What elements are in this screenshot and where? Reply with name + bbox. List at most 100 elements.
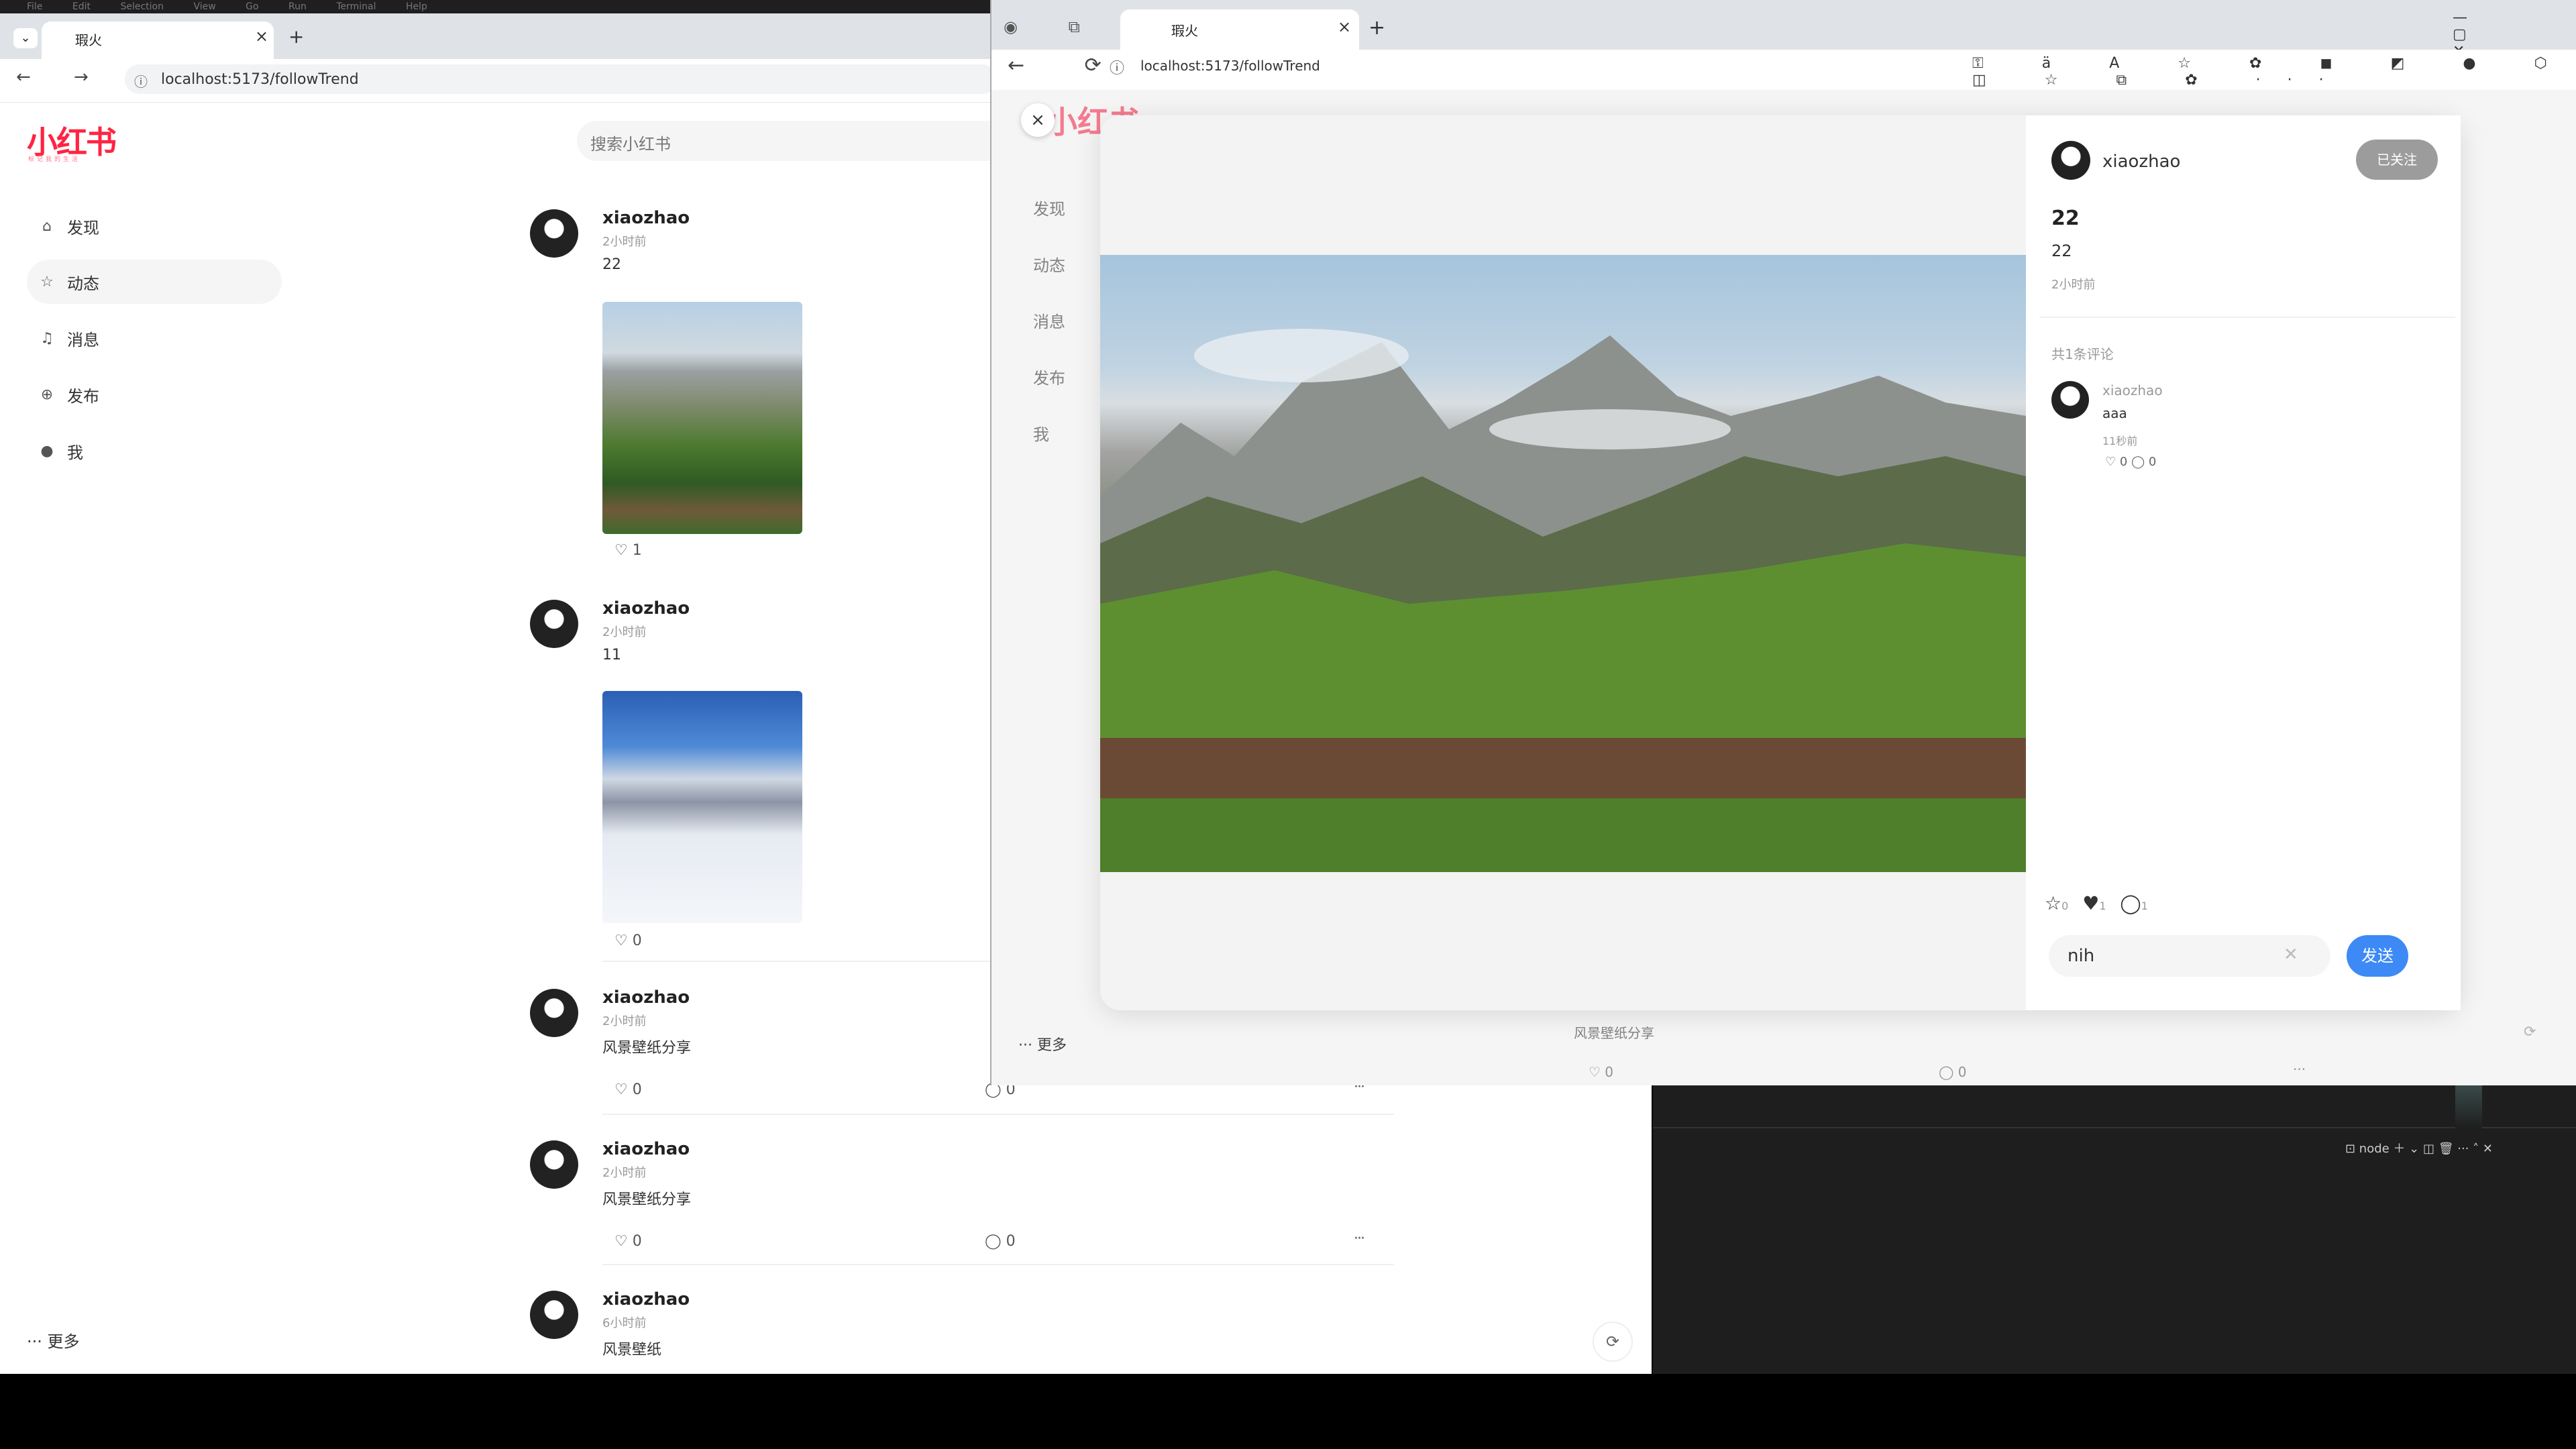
left-tab-title[interactable]: 瑕火: [75, 30, 102, 49]
feed-post: xiaozhao 6小时前 风景壁纸: [529, 1289, 1394, 1370]
panel-divider: [2039, 317, 2455, 318]
terminal-panel: [1653, 1085, 2576, 1374]
post-time: 6小时前: [602, 1316, 647, 1330]
clear-input-icon[interactable]: ✕: [2284, 945, 2298, 965]
refresh-icon[interactable]: ⟳: [1593, 1322, 1633, 1362]
collect-icon[interactable]: ☆: [2045, 892, 2061, 914]
like-button[interactable]: ♡ 1: [614, 542, 642, 559]
heart-icon[interactable]: ♥: [2082, 892, 2099, 914]
mountain-landscape-image: [1100, 329, 2026, 872]
right-url-text[interactable]: localhost:5173/followTrend: [1140, 58, 1320, 74]
bell-icon: ♫: [40, 329, 54, 347]
post-engagement-bar: ☆0 ♥1 ◯1: [2045, 892, 2156, 914]
avatar[interactable]: [530, 600, 578, 648]
sidebar-item-label: 发现: [67, 218, 99, 237]
left-new-tab-button[interactable]: +: [288, 25, 304, 48]
comment-author[interactable]: xiaozhao: [2102, 382, 2163, 398]
post-detail-image[interactable]: [1100, 255, 2026, 872]
right-browser-tab[interactable]: [1120, 9, 1359, 50]
send-button[interactable]: 发送: [2347, 935, 2408, 977]
right-new-tab-button[interactable]: +: [1368, 16, 1385, 40]
right-tab-close-icon[interactable]: ×: [1338, 17, 1351, 36]
site-info-icon[interactable]: ⓘ: [134, 71, 148, 91]
commenter-avatar[interactable]: [2051, 381, 2089, 419]
author-avatar[interactable]: [2051, 141, 2090, 180]
like-button[interactable]: ♡ 0: [614, 1233, 642, 1250]
menu-go[interactable]: Go: [246, 0, 258, 13]
plus-circle-icon: ⊕: [40, 386, 54, 403]
comment-actions[interactable]: ♡ 0 ◯ 0: [2105, 455, 2156, 469]
terminal-toolbar[interactable]: ⊡ node ＋ ⌄ ◫ 🗑 ··· ˄ ✕: [2345, 1139, 2493, 1157]
comment-input-value[interactable]: nih: [2068, 946, 2094, 966]
post-author[interactable]: xiaozhao: [602, 1289, 690, 1309]
post-author[interactable]: xiaozhao: [602, 987, 690, 1008]
post-time: 2小时前: [602, 235, 647, 249]
post-detail-panel: [2026, 115, 2461, 1010]
modal-close-icon[interactable]: ×: [1021, 103, 1055, 137]
post-time: 2小时前: [602, 625, 647, 639]
post-time: 2小时前: [602, 1014, 647, 1028]
search-input[interactable]: 搜索小红书: [590, 131, 671, 154]
post-image-snow[interactable]: [602, 691, 802, 923]
sidebar-item-messages[interactable]: ♫ 消息: [27, 316, 282, 360]
sidebar-item-publish[interactable]: ⊕ 发布: [27, 372, 282, 417]
feed-post: xiaozhao 2小时前 风景壁纸分享 ♡ 0 ◯ 0 ···: [529, 1139, 1394, 1267]
post-time: 2小时前: [602, 1166, 647, 1180]
comment-count: 1: [2141, 900, 2148, 912]
avatar[interactable]: [530, 989, 578, 1037]
site-info-icon[interactable]: ⓘ: [1110, 56, 1124, 78]
post-title: 22: [2051, 207, 2080, 230]
post-more-button[interactable]: ···: [1354, 1230, 1365, 1247]
like-button[interactable]: ♡ 0: [614, 1081, 642, 1098]
post-divider: [602, 1264, 1394, 1265]
comment-time: 11秒前: [2102, 435, 2138, 447]
collect-count: 0: [2061, 900, 2069, 912]
star-icon: ☆: [40, 273, 54, 290]
terminal-thumbnail: [2455, 1085, 2482, 1128]
comment-button[interactable]: ◯ 0: [985, 1233, 1016, 1250]
comment-icon[interactable]: ◯: [2120, 892, 2141, 914]
menu-terminal[interactable]: Terminal: [336, 0, 376, 13]
menu-help[interactable]: Help: [406, 0, 427, 13]
avatar[interactable]: [530, 1291, 578, 1339]
like-button[interactable]: ♡ 0: [614, 932, 642, 949]
sidebar-item-discover[interactable]: ⌂ 发现: [27, 204, 282, 248]
post-text: 22: [602, 256, 621, 273]
home-icon: ⌂: [42, 217, 52, 235]
post-text: 风景壁纸: [602, 1342, 662, 1358]
sidebar-item-trends[interactable]: ☆ 动态: [27, 260, 282, 304]
browser-toolbar-icons[interactable]: ⚿ ä A ☆ ✿ ◼ ◩ ● ⬡ ◫ ☆ ⧉ ✿ ···: [1972, 55, 2576, 89]
menu-edit[interactable]: Edit: [72, 0, 91, 13]
post-text: 风景壁纸分享: [602, 1191, 692, 1208]
menu-run[interactable]: Run: [288, 0, 307, 13]
terminal-divider: [1653, 1127, 2576, 1128]
tab-menu-button[interactable]: ⌄: [13, 28, 38, 48]
post-description: 22: [2051, 241, 2072, 260]
post-text: 风景壁纸分享: [602, 1040, 692, 1057]
sidebar-item-label: 动态: [67, 274, 99, 293]
follow-button[interactable]: 已关注: [2356, 140, 2438, 180]
left-url-text[interactable]: localhost:5173/followTrend: [161, 71, 359, 88]
comment-count-label: 共1条评论: [2051, 346, 2114, 362]
avatar[interactable]: [530, 1140, 578, 1189]
sidebar-item-label: 我: [67, 443, 83, 462]
post-divider: [602, 1114, 1394, 1115]
more-menu-button[interactable]: ··· 更多: [27, 1328, 80, 1352]
author-name[interactable]: xiaozhao: [2102, 152, 2180, 172]
post-author[interactable]: xiaozhao: [602, 1139, 690, 1159]
menu-selection[interactable]: Selection: [120, 0, 164, 13]
avatar-icon: ●: [40, 442, 54, 460]
post-image-mountain[interactable]: [602, 302, 802, 534]
left-tab-close-icon[interactable]: ×: [255, 27, 268, 46]
post-time: 2小时前: [2051, 278, 2096, 292]
avatar[interactable]: [530, 209, 578, 258]
right-tab-title[interactable]: 瑕火: [1171, 20, 1198, 40]
xhs-logo-tagline: 标记我的生活: [28, 156, 81, 163]
post-author[interactable]: xiaozhao: [602, 598, 690, 619]
menu-view[interactable]: View: [193, 0, 215, 13]
like-count: 1: [2099, 900, 2106, 912]
menu-file[interactable]: File: [27, 0, 42, 13]
sidebar-item-me[interactable]: ● 我: [27, 429, 282, 473]
post-author[interactable]: xiaozhao: [602, 208, 690, 228]
sidebar-item-label: 消息: [67, 330, 99, 350]
